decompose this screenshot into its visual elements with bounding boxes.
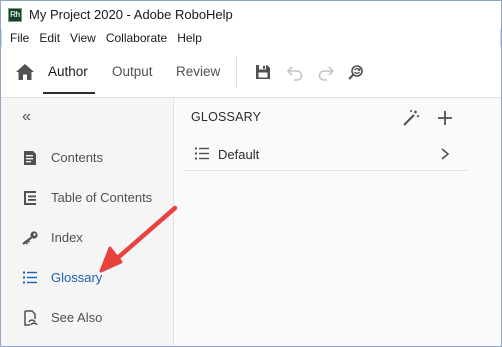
glossary-icon <box>23 271 37 284</box>
sidebar-item-see-also[interactable]: See Also <box>1 303 173 333</box>
save-icon[interactable] <box>254 63 272 81</box>
title-bar: Rh My Project 2020 - Adobe RoboHelp <box>1 1 501 29</box>
tab-output[interactable]: Output <box>112 64 153 79</box>
sidebar-item-label: Index <box>51 230 83 245</box>
menu-edit[interactable]: Edit <box>39 31 60 45</box>
redo-icon[interactable] <box>317 63 335 81</box>
list-item-label: Default <box>218 147 260 162</box>
menu-view[interactable]: View <box>70 31 96 45</box>
menu-bar: File Edit View Collaborate Help <box>1 29 501 47</box>
menu-collaborate[interactable]: Collaborate <box>106 31 167 45</box>
contents-icon <box>24 151 36 165</box>
active-tab-indicator <box>43 92 95 94</box>
menu-file[interactable]: File <box>10 31 29 45</box>
sidebar-item-index[interactable]: Index <box>1 223 173 253</box>
collapse-panel-button[interactable]: « <box>22 108 31 126</box>
toolbar-separator <box>236 56 237 88</box>
sidebar-item-contents[interactable]: Contents <box>1 143 173 173</box>
app-window: Rh My Project 2020 - Adobe RoboHelp File… <box>0 0 502 347</box>
chevron-right-icon[interactable] <box>439 147 451 161</box>
toolbar: Author Output Review <box>1 47 501 98</box>
undo-icon[interactable] <box>286 63 304 81</box>
sidebar-item-label: Contents <box>51 150 104 165</box>
panel-title: GLOSSARY <box>191 110 262 124</box>
glossary-list-icon <box>195 147 209 160</box>
toc-icon <box>24 191 36 205</box>
search-replace-icon[interactable] <box>347 63 365 81</box>
sidebar-item-label: See Also <box>51 310 103 325</box>
glossary-panel: GLOSSARY Default <box>174 98 501 346</box>
home-icon[interactable] <box>15 63 35 81</box>
see-also-icon <box>24 310 38 326</box>
tab-review[interactable]: Review <box>176 64 220 79</box>
tab-author[interactable]: Author <box>48 64 88 79</box>
magic-wand-icon[interactable] <box>402 109 420 127</box>
key-icon <box>22 231 38 245</box>
left-sidebar: « Contents Table of Contents Index Gloss… <box>1 98 174 346</box>
sidebar-item-table-of-contents[interactable]: Table of Contents <box>1 183 173 213</box>
list-item[interactable]: Default <box>183 139 469 171</box>
sidebar-item-glossary[interactable]: Glossary <box>1 263 173 293</box>
sidebar-item-label: Table of Contents <box>51 190 153 205</box>
add-icon[interactable] <box>436 109 454 127</box>
sidebar-item-label: Glossary <box>51 270 103 285</box>
menu-help[interactable]: Help <box>177 31 202 45</box>
robohelp-logo-icon: Rh <box>8 8 22 22</box>
window-title: My Project 2020 - Adobe RoboHelp <box>29 7 233 22</box>
